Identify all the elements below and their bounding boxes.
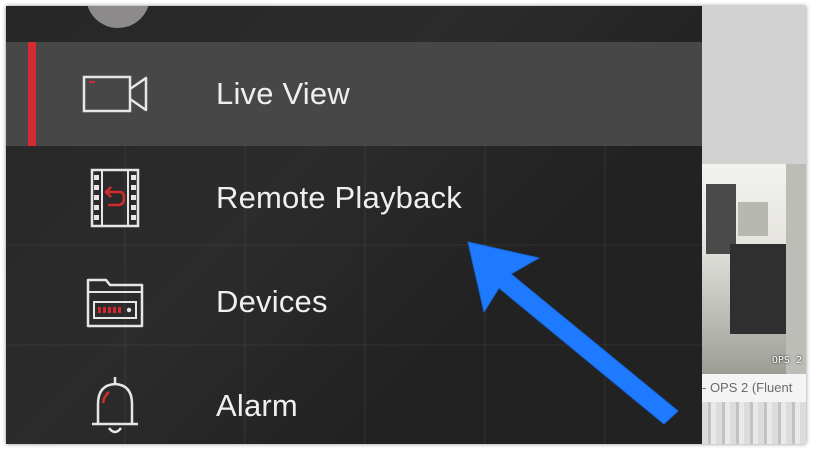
office-wall-shape (786, 164, 806, 374)
bell-icon (92, 377, 138, 434)
navigation-drawer: Live View Remote Playback Devices Alarm (6, 6, 702, 444)
user-avatar[interactable] (86, 6, 150, 28)
film-playback-icon (90, 168, 140, 228)
office-cabinet-shape (730, 244, 786, 334)
camera-thumbnail-secondary[interactable] (702, 402, 806, 444)
dvr-folder-icon (86, 278, 144, 328)
menu-item-remote-playback[interactable]: Remote Playback (6, 146, 702, 250)
menu-item-label: Remote Playback (216, 180, 462, 215)
camera-preview-panel: OPS 2 - OPS 2 (Fluent (702, 6, 806, 444)
menu-item-live-view[interactable]: Live View (6, 42, 702, 146)
camera-caption: - OPS 2 (Fluent (702, 374, 806, 402)
menu-item-label: Devices (216, 284, 328, 319)
preview-empty-area (702, 6, 806, 164)
camera-stamp: OPS 2 (771, 355, 802, 366)
app-window: Live View Remote Playback Devices Alarm … (6, 6, 806, 444)
menu-item-label: Alarm (216, 388, 298, 423)
office-monitor-shape (738, 202, 768, 236)
menu-item-label: Live View (216, 76, 350, 111)
video-camera-icon (82, 75, 148, 113)
menu-item-alarm[interactable]: Alarm (6, 354, 702, 444)
active-indicator (28, 42, 36, 146)
camera-thumbnail[interactable]: OPS 2 (702, 164, 806, 374)
menu-item-devices[interactable]: Devices (6, 250, 702, 354)
